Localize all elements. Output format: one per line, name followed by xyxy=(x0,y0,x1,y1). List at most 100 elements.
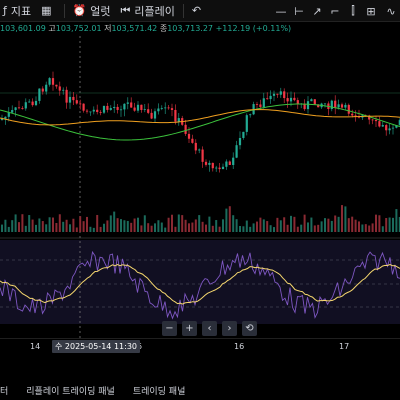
scroll-right-button[interactable]: › xyxy=(222,321,237,336)
volume-bar xyxy=(279,220,282,232)
volume-bar xyxy=(48,217,51,232)
chart-canvas[interactable] xyxy=(0,0,400,338)
candle-body xyxy=(235,145,238,158)
candle-body xyxy=(276,93,279,95)
volume-bar xyxy=(154,223,156,232)
volume-bar xyxy=(109,215,112,232)
candle-body xyxy=(150,112,153,119)
reset-chart-button[interactable]: ⟲ xyxy=(242,321,257,336)
volume-bar xyxy=(290,215,292,232)
crosshair-date-label: 수 2025-05-14 11:30 xyxy=(52,340,140,353)
ma-green-line xyxy=(0,103,400,141)
candle-body xyxy=(208,162,211,165)
candle-body xyxy=(106,105,109,110)
volume-bar xyxy=(99,226,102,232)
candle-body xyxy=(65,89,68,103)
candle-body xyxy=(279,91,282,95)
candle-body xyxy=(85,110,89,112)
candle-body xyxy=(388,128,391,131)
candle-body xyxy=(306,101,310,110)
candle-body xyxy=(334,100,337,108)
volume-bar xyxy=(266,221,269,232)
volume-bar xyxy=(293,216,296,232)
candle-body xyxy=(167,107,170,109)
volume-bar xyxy=(62,221,65,232)
candle-body xyxy=(330,100,333,110)
candle-body xyxy=(102,105,106,113)
volume-bar xyxy=(344,206,347,232)
volume-bar xyxy=(113,211,116,232)
candle-body xyxy=(255,104,259,105)
volume-bar xyxy=(65,219,68,232)
candle-body xyxy=(174,109,177,122)
volume-bar xyxy=(228,206,231,232)
candle-body xyxy=(204,161,208,165)
volume-bar xyxy=(385,218,388,232)
candle-body xyxy=(310,99,313,102)
candle-body xyxy=(242,131,245,138)
volume-bar xyxy=(86,216,88,232)
candle-body xyxy=(38,88,41,101)
candle-body xyxy=(72,96,75,101)
candle-body xyxy=(245,115,248,132)
candle-body xyxy=(289,97,293,102)
volume-bar xyxy=(381,226,384,232)
candle-body xyxy=(113,106,116,109)
volume-bar xyxy=(194,219,197,232)
volume-bar xyxy=(273,227,275,232)
candle-body xyxy=(14,107,17,111)
candle-body xyxy=(92,109,95,112)
volume-bar xyxy=(4,219,7,232)
candle-body xyxy=(238,137,242,146)
volume-bar xyxy=(215,220,218,232)
candle-body xyxy=(24,102,27,109)
volume-bar xyxy=(205,224,207,232)
candle-body xyxy=(17,107,21,109)
volume-bar xyxy=(106,220,109,232)
tab-terminal[interactable]: 터 xyxy=(0,384,8,397)
volume-bar xyxy=(55,222,58,232)
volume-bar xyxy=(256,221,258,232)
volume-bar xyxy=(7,226,10,232)
volume-bar xyxy=(201,221,204,232)
volume-bar xyxy=(140,225,143,232)
candle-body xyxy=(378,121,381,127)
candle-body xyxy=(391,127,395,129)
volume-bar xyxy=(126,220,129,232)
volume-bar xyxy=(354,219,357,232)
volume-bar xyxy=(334,215,337,232)
volume-bar xyxy=(133,218,136,232)
time-axis-label: 17 xyxy=(339,342,350,351)
scroll-left-button[interactable]: ‹ xyxy=(202,321,217,336)
volume-bar xyxy=(320,221,323,232)
volume-bar xyxy=(269,225,272,232)
volume-bar xyxy=(313,225,316,232)
candle-body xyxy=(323,103,327,105)
candle-body xyxy=(133,107,136,111)
candle-body xyxy=(340,104,344,108)
candle-body xyxy=(51,78,55,85)
volume-bar xyxy=(96,214,99,232)
volume-bars xyxy=(1,205,400,232)
volume-bar xyxy=(157,220,160,232)
tab-trading-panel[interactable]: 트레이딩 패널 xyxy=(133,384,186,397)
volume-bar xyxy=(317,224,320,232)
candle-body xyxy=(164,107,167,109)
candle-body xyxy=(143,109,146,111)
candle-body xyxy=(99,111,102,113)
candle-body xyxy=(293,97,296,101)
volume-bar xyxy=(368,225,371,232)
tab-replay-trading-panel[interactable]: 리플레이 트레이딩 패널 xyxy=(26,384,115,397)
candle-body xyxy=(337,104,340,108)
candle-body xyxy=(385,125,388,131)
volume-bar xyxy=(130,222,133,232)
zoom-in-button[interactable]: + xyxy=(182,321,197,336)
volume-bar xyxy=(307,222,309,232)
candle-body xyxy=(147,109,150,113)
zoom-out-button[interactable]: − xyxy=(162,321,177,336)
candle-body xyxy=(157,108,160,112)
candle-body xyxy=(347,104,350,114)
volume-bar xyxy=(150,225,153,232)
volume-bar xyxy=(45,224,48,232)
volume-bar xyxy=(337,216,340,232)
